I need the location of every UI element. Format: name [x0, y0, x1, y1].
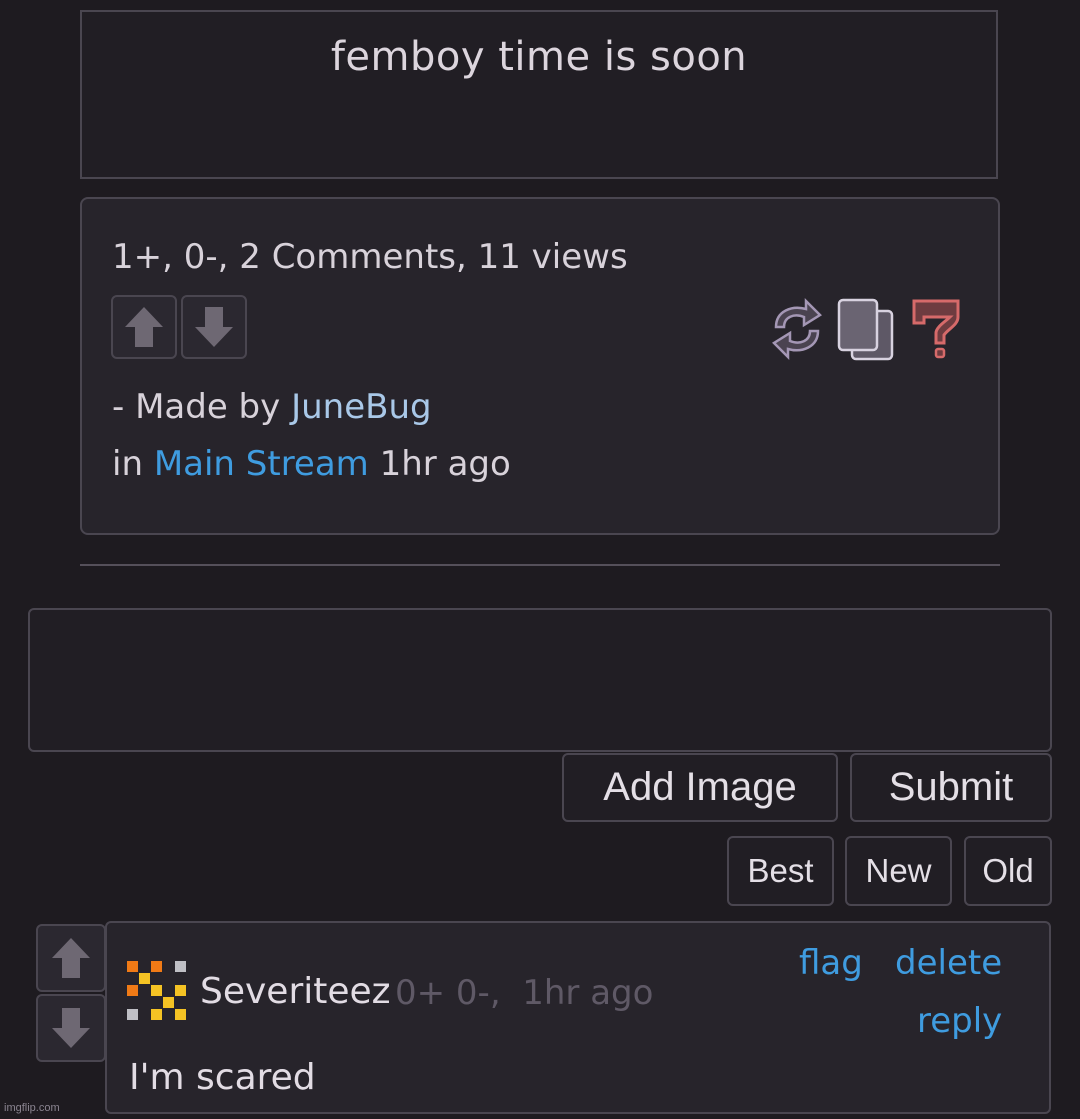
downvote-icon [195, 307, 233, 347]
made-by-line: - Made by JuneBug [112, 387, 432, 427]
downvote-icon [52, 1008, 90, 1048]
submit-button[interactable]: Submit [850, 753, 1052, 822]
avatar [127, 961, 186, 1020]
report-icon [912, 299, 960, 359]
copy-icon [837, 298, 894, 361]
comment-input[interactable] [28, 608, 1052, 752]
author-link[interactable]: JuneBug [291, 387, 432, 427]
sort-old-button[interactable]: Old [964, 836, 1052, 906]
comment-downvote-button[interactable] [36, 994, 106, 1062]
repost-icon [772, 297, 822, 361]
sort-new-button[interactable]: New [845, 836, 952, 906]
comment-meta: 0+ 0-, 1hr ago [395, 973, 654, 1013]
upvote-button[interactable] [111, 295, 177, 359]
comment-text: I'm scared [129, 1057, 316, 1098]
upvote-icon [125, 307, 163, 347]
comment-card: Severiteez 0+ 0-, 1hr ago flag delete re… [105, 921, 1051, 1114]
divider [80, 564, 1000, 566]
add-image-button[interactable]: Add Image [562, 753, 838, 822]
stream-line: in Main Stream 1hr ago [112, 444, 511, 484]
post-time: 1hr ago [379, 444, 511, 484]
downvote-button[interactable] [181, 295, 247, 359]
flag-link[interactable]: flag [799, 943, 863, 983]
post-title-box: femboy time is soon [80, 10, 998, 179]
stream-link[interactable]: Main Stream [154, 444, 369, 484]
reply-link[interactable]: reply [917, 1001, 1002, 1041]
in-prefix: in [112, 444, 143, 484]
post-title: femboy time is soon [330, 34, 748, 80]
comment-upvote-button[interactable] [36, 924, 106, 992]
sort-best-button[interactable]: Best [727, 836, 834, 906]
report-button[interactable] [910, 297, 964, 367]
upvote-icon [52, 938, 90, 978]
post-stats: 1+, 0-, 2 Comments, 11 views [112, 237, 628, 277]
delete-link[interactable]: delete [895, 943, 1002, 983]
copy-button[interactable] [836, 297, 898, 367]
post-info-panel: 1+, 0-, 2 Comments, 11 views - Made by J… [80, 197, 1000, 535]
watermark: imgflip.com [4, 1102, 60, 1114]
repost-button[interactable] [762, 297, 832, 365]
made-by-prefix: - Made by [112, 387, 281, 427]
comment-author-link[interactable]: Severiteez [200, 971, 391, 1012]
